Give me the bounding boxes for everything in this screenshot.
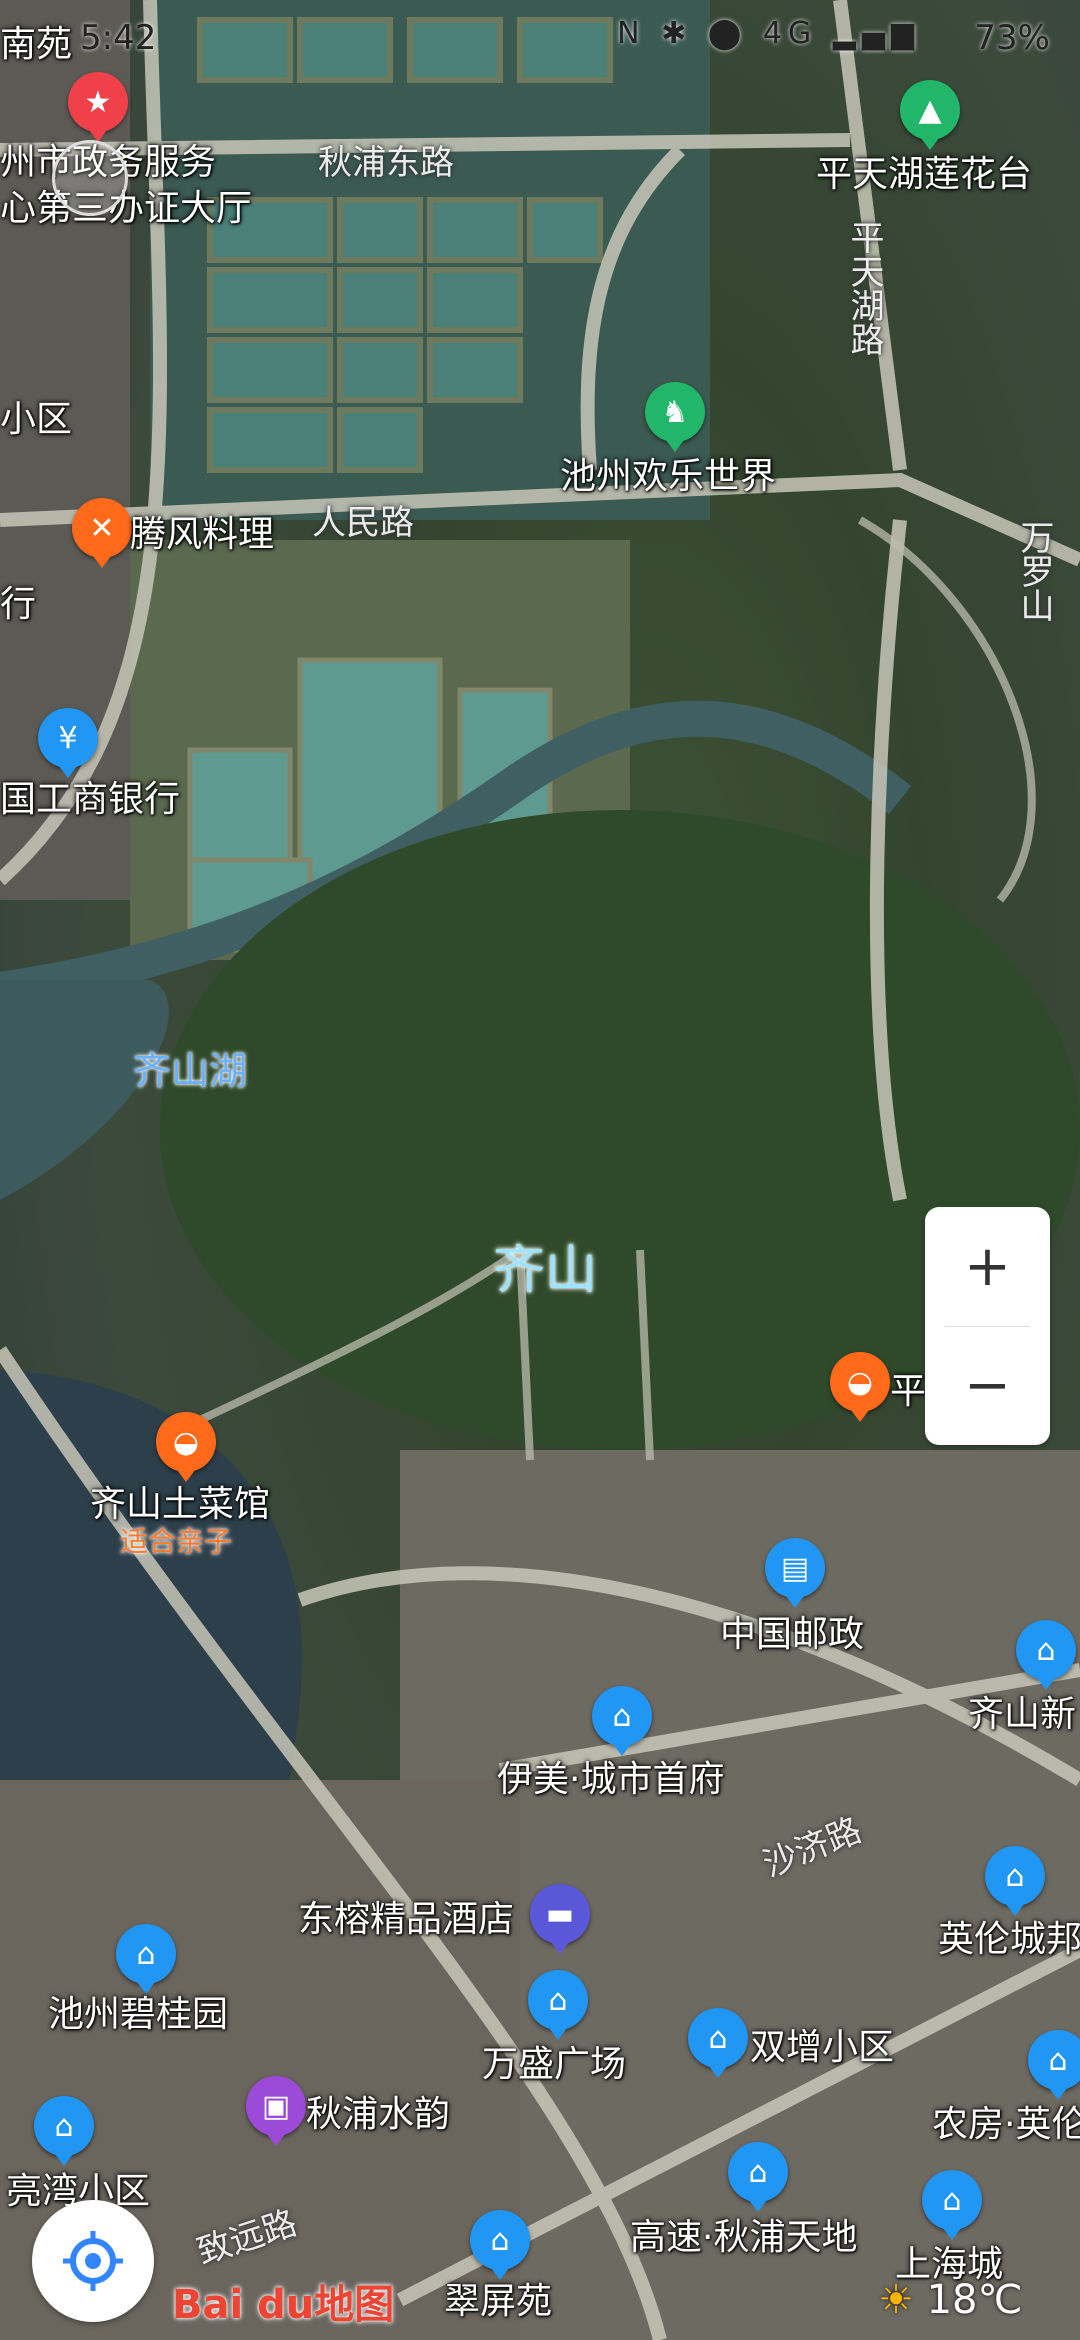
road-label-renmin: 人民路 [312,503,414,543]
poi-label-yinglun[interactable]: 英伦城邦 [938,1910,1080,1962]
residential-icon[interactable]: ⌂ [1028,2030,1080,2100]
poi-label-lianhuatai[interactable]: 平天湖莲花台 [816,145,1032,197]
poi-label-cuipingyuan[interactable]: 翠屏苑 [444,2272,552,2324]
residential-icon[interactable]: ⌂ [688,2008,748,2078]
residential-icon[interactable]: ⌂ [528,1970,588,2040]
residential-icon[interactable]: ⌂ [985,1846,1045,1916]
amusement-icon[interactable]: ♞ [645,382,705,452]
mountain-label: 齐山 [493,1241,598,1301]
hotel-icon[interactable]: ▬ [530,1884,590,1954]
weather-widget[interactable]: ☀ 18℃ [878,2277,1022,2323]
poi-label-residential[interactable]: 小区 [0,390,72,442]
zoom-out-button[interactable]: − [925,1326,1050,1445]
poi-label-nongfang[interactable]: 农房·英伦 [932,2095,1080,2147]
baidu-logo: Bai du地图 [172,2282,395,2328]
residential-icon[interactable]: ⌂ [34,2096,94,2166]
poi-label-ping-partial[interactable]: 平 [890,1362,926,1414]
shopping-icon[interactable]: ▣ [246,2076,306,2146]
status-icons: N ✱ ⬤ 4G ▂▄▆ [617,16,920,51]
locate-icon [63,2231,123,2291]
restaurant-icon[interactable]: ✕ [72,498,132,568]
post-office-icon[interactable]: ▤ [765,1538,825,1608]
status-time: 5:42 [80,18,157,58]
road-label-wanluoshan: 万罗山 [1014,520,1054,622]
weather-icon: ☀ [878,2277,914,2323]
bank-icon[interactable]: ¥ [38,708,98,778]
battery-level: 73% [974,18,1050,58]
residential-icon[interactable]: ⌂ [116,1924,176,1994]
poi-label-wansheng[interactable]: 万盛广场 [482,2035,626,2087]
poi-label-happy-world[interactable]: 池州欢乐世界 [560,447,776,499]
poi-label-qiupu-shuiyun[interactable]: 秋浦水韵 [306,2085,450,2137]
residential-icon[interactable]: ⌂ [592,1686,652,1756]
poi-label-tengfeng[interactable]: 腾风料理 [130,505,274,557]
poi-label-qishan-new[interactable]: 齐山新 [968,1685,1076,1737]
residential-icon[interactable]: ⌂ [470,2210,530,2280]
status-bar: 5:42 N ✱ ⬤ 4G ▂▄▆ 73% [0,0,1080,80]
locate-button[interactable] [32,2200,154,2322]
residential-icon[interactable]: ⌂ [728,2142,788,2212]
poi-label-china-post[interactable]: 中国邮政 [720,1605,864,1657]
road-label-qiupu-east: 秋浦东路 [318,143,454,183]
poi-label-yimei[interactable]: 伊美·城市首府 [497,1750,724,1802]
poi-tag-family: 适合亲子 [120,1525,233,1558]
residential-icon[interactable]: ⌂ [922,2170,982,2240]
star-icon[interactable]: ★ [68,72,128,142]
zoom-divider [945,1326,1030,1327]
poi-label-biguiyuan[interactable]: 池州碧桂园 [48,1985,228,2037]
poi-label-bank-partial[interactable]: 行 [0,575,36,627]
lake-label: 齐山湖 [133,1049,248,1093]
road-label-pingtianhu: 平天湖路 [844,220,884,356]
poi-label-gaosu[interactable]: 高速·秋浦天地 [630,2208,857,2260]
temperature: 18℃ [926,2277,1023,2323]
poi-label-dongrong-hotel[interactable]: 东榕精品酒店 [298,1890,514,1942]
poi-label-icbc[interactable]: 国工商银行 [0,770,180,822]
satellite-map[interactable]: 秋浦东路 人民路 平天湖路 万罗山 沙济路 致远路 齐山湖 齐山 南苑 ★ 州市… [0,0,1080,2340]
residential-icon[interactable]: ⌂ [1016,1620,1076,1690]
zoom-in-button[interactable]: + [925,1207,1050,1326]
zoom-control: + − [925,1207,1050,1445]
restaurant-icon[interactable]: ◒ [830,1352,890,1422]
park-icon[interactable]: ▲ [900,80,960,150]
restaurant-icon[interactable]: ◒ [156,1412,216,1482]
compass-icon[interactable] [52,140,128,216]
poi-label-shuangzeng[interactable]: 双增小区 [750,2018,894,2070]
